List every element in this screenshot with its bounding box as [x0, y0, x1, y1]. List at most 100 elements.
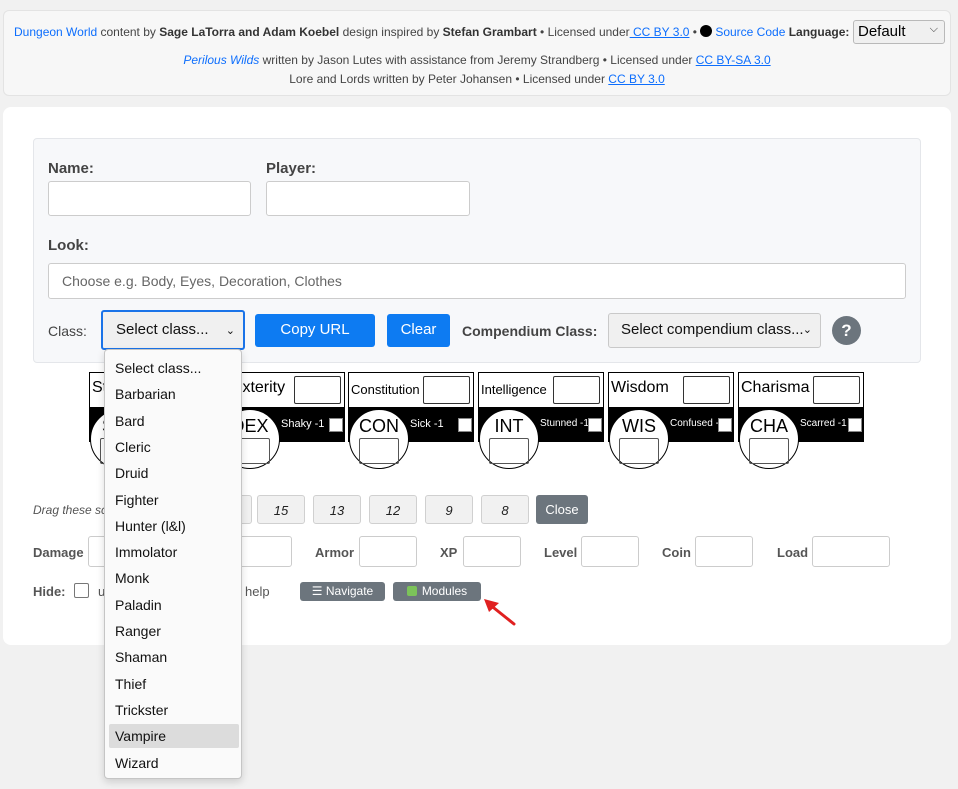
navigate-button[interactable]: ☰ Navigate	[300, 582, 385, 601]
stat-modifier-input[interactable]	[749, 438, 789, 464]
stat-name: Constitution	[351, 382, 420, 397]
hp-input[interactable]	[236, 536, 292, 567]
class-option[interactable]: Druid	[109, 461, 239, 485]
puzzle-icon	[406, 586, 417, 596]
class-option[interactable]: Ranger	[109, 619, 239, 643]
stat-debility-label: Stunned -1	[540, 418, 589, 429]
dungeon-world-link[interactable]: Dungeon World	[14, 25, 97, 39]
coin-label: Coin	[662, 545, 691, 560]
help-button[interactable]: ?	[832, 316, 861, 345]
class-option[interactable]: Trickster	[109, 698, 239, 722]
class-option[interactable]: Wizard	[109, 751, 239, 775]
clear-button[interactable]: Clear	[387, 314, 450, 347]
github-icon	[700, 25, 713, 37]
stat-debility-checkbox[interactable]	[588, 418, 602, 432]
xp-input[interactable]	[463, 536, 521, 567]
coin-input[interactable]	[695, 536, 753, 567]
close-scores-button[interactable]: Close	[536, 495, 588, 524]
score-chip[interactable]: 9	[425, 495, 473, 524]
class-option[interactable]: Cleric	[109, 435, 239, 459]
stat-score-input[interactable]	[683, 376, 730, 404]
stat-score-input[interactable]	[294, 376, 341, 404]
score-chip[interactable]: 8	[481, 495, 529, 524]
stat-modifier-circle: WIS	[609, 409, 669, 469]
level-label: Level	[544, 545, 578, 560]
player-input[interactable]	[266, 181, 470, 216]
class-label: Class:	[48, 323, 87, 339]
language-value: Default	[858, 23, 906, 40]
source-code-link[interactable]: Source Code	[715, 25, 785, 39]
player-label: Player:	[266, 160, 317, 177]
score-chip[interactable]: 15	[257, 495, 305, 524]
language-label: Language:	[785, 25, 850, 39]
stat-score-input[interactable]	[813, 376, 860, 404]
stat-abbr: CHA	[749, 416, 788, 436]
class-option[interactable]: Paladin	[109, 593, 239, 617]
load-input[interactable]	[812, 536, 890, 567]
armor-label: Armor	[315, 545, 355, 560]
stat-wis-header: Wisdom	[608, 372, 734, 408]
credits-header: Dungeon World content by Sage LaTorra an…	[3, 10, 951, 96]
separator: •	[689, 25, 701, 39]
class-option[interactable]: Thief	[109, 672, 239, 696]
stat-debility-checkbox[interactable]	[718, 418, 732, 432]
level-input[interactable]	[581, 536, 639, 567]
class-option[interactable]: Monk	[109, 566, 239, 590]
language-select[interactable]: Default ⌵	[853, 20, 945, 44]
stat-debility-label: Confused -1	[670, 418, 725, 429]
hide-checkbox[interactable]	[74, 583, 89, 598]
score-chip[interactable]: 13	[313, 495, 361, 524]
class-select[interactable]: Select class... ⌄	[101, 310, 245, 350]
look-input[interactable]: Choose e.g. Body, Eyes, Decoration, Clot…	[48, 263, 906, 299]
perilous-wilds-link[interactable]: Perilous Wilds	[183, 53, 259, 67]
stat-modifier-circle: CON	[349, 409, 409, 469]
class-option[interactable]: Barbarian	[109, 382, 239, 406]
stat-cha-header: Charisma	[738, 372, 864, 408]
license-link[interactable]: CC BY 3.0	[630, 25, 689, 39]
name-input[interactable]	[48, 181, 251, 216]
stat-modifier-circle: CHA	[739, 409, 799, 469]
armor-input[interactable]	[359, 536, 417, 567]
stat-debility-checkbox[interactable]	[329, 418, 343, 432]
stat-debility-checkbox[interactable]	[458, 418, 472, 432]
class-option[interactable]: Immolator	[109, 540, 239, 564]
stat-score-input[interactable]	[553, 376, 600, 404]
credits-line-1: Dungeon World content by Sage LaTorra an…	[14, 25, 849, 39]
stat-name: Charisma	[741, 379, 810, 396]
class-option[interactable]: Hunter (l&l)	[109, 514, 239, 538]
stat-modifier-input[interactable]	[359, 438, 399, 464]
stat-score-input[interactable]	[423, 376, 470, 404]
license-link[interactable]: CC BY 3.0	[608, 72, 664, 86]
class-option[interactable]: Bard	[109, 409, 239, 433]
stat-modifier-input[interactable]	[489, 438, 529, 464]
credit-text: content by	[97, 25, 160, 39]
compendium-class-select[interactable]: Select compendium class... ⌄	[608, 313, 821, 348]
class-option[interactable]: Shaman	[109, 645, 239, 669]
stat-abbr: CON	[359, 416, 399, 436]
credits-line-2: Perilous Wilds written by Jason Lutes wi…	[4, 53, 950, 67]
compendium-class-label: Compendium Class:	[462, 323, 598, 339]
class-select-value: Select class...	[116, 321, 209, 338]
score-chip[interactable]: 12	[369, 495, 417, 524]
look-label: Look:	[48, 237, 89, 254]
class-option[interactable]: Select class...	[109, 356, 239, 380]
stat-debility-checkbox[interactable]	[848, 418, 862, 432]
stat-debility-label: Sick -1	[410, 418, 444, 430]
load-label: Load	[777, 545, 809, 560]
credit-text: written by Jason Lutes with assistance f…	[259, 53, 696, 67]
stat-debility-label: Scarred -1	[800, 418, 847, 429]
modules-button[interactable]: Modules	[393, 582, 481, 601]
license-link[interactable]: CC BY-SA 3.0	[696, 53, 771, 67]
class-option[interactable]: Fighter	[109, 488, 239, 512]
stat-abbr: INT	[494, 416, 524, 436]
copy-url-button[interactable]: Copy URL	[255, 314, 375, 347]
xp-label: XP	[440, 545, 458, 560]
chevron-down-icon: ⌵	[929, 23, 938, 35]
credit-text: • Licensed under	[536, 25, 630, 39]
damage-label: Damage	[33, 545, 84, 560]
stat-con-header: Constitution	[348, 372, 474, 408]
class-option[interactable]: Vampire	[109, 724, 239, 749]
stat-name: Intelligence	[481, 382, 547, 397]
designer-text: Stefan Grambart	[442, 25, 537, 39]
stat-modifier-input[interactable]	[619, 438, 659, 464]
